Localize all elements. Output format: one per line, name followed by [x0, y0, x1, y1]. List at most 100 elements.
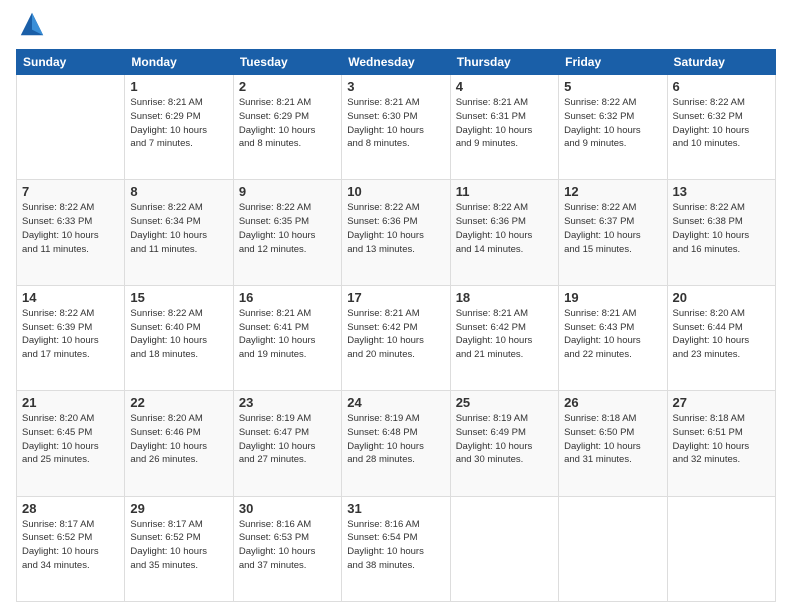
calendar-cell: 25Sunrise: 8:19 AMSunset: 6:49 PMDayligh…	[450, 391, 558, 496]
day-number: 20	[673, 290, 770, 305]
day-number: 17	[347, 290, 444, 305]
day-info: Sunrise: 8:22 AMSunset: 6:32 PMDaylight:…	[673, 96, 770, 151]
calendar-cell: 15 Sunrise: 8:22 AMSunset: 6:40 PMDayligh…	[125, 285, 233, 390]
calendar-cell: 8 Sunrise: 8:22 AMSunset: 6:34 PMDaylight…	[125, 180, 233, 285]
calendar-cell: 29 Sunrise: 8:17 AMSunset: 6:52 PMDayligh…	[125, 496, 233, 601]
day-info: Sunrise: 8:22 AMSunset: 6:35 PMDaylight:…	[239, 201, 336, 256]
day-info: Sunrise: 8:20 AMSunset: 6:44 PMDaylight:…	[673, 307, 770, 362]
day-info: Sunrise: 8:22 AMSunset: 6:34 PMDaylight:…	[130, 201, 227, 256]
day-info: Sunrise: 8:16 AMSunset: 6:53 PMDaylight:…	[239, 518, 336, 573]
day-number: 10	[347, 184, 444, 199]
calendar-week-0: 1 Sunrise: 8:21 AMSunset: 6:29 PMDaylight…	[17, 75, 776, 180]
day-info: Sunrise: 8:21 AMSunset: 6:41 PMDaylight:…	[239, 307, 336, 362]
day-info: Sunrise: 8:21 AMSunset: 6:31 PMDaylight:…	[456, 96, 553, 151]
day-info: Sunrise: 8:21 AMSunset: 6:29 PMDaylight:…	[130, 96, 227, 151]
day-number: 15	[130, 290, 227, 305]
day-info: Sunrise: 8:21 AMSunset: 6:30 PMDaylight:…	[347, 96, 444, 151]
calendar-cell: 20 Sunrise: 8:20 AMSunset: 6:44 PMDayligh…	[667, 285, 775, 390]
day-info: Sunrise: 8:22 AMSunset: 6:36 PMDaylight:…	[456, 201, 553, 256]
day-number: 26	[564, 395, 661, 410]
day-info: Sunrise: 8:18 AMSunset: 6:51 PMDaylight:…	[673, 412, 770, 467]
calendar-cell: 24 Sunrise: 8:19 AMSunset: 6:48 PMDayligh…	[342, 391, 450, 496]
day-number: 28	[22, 501, 119, 516]
day-number: 8	[130, 184, 227, 199]
day-info: Sunrise: 8:21 AMSunset: 6:42 PMDaylight:…	[456, 307, 553, 362]
logo	[16, 10, 46, 41]
calendar-cell: 26 Sunrise: 8:18 AMSunset: 6:50 PMDayligh…	[559, 391, 667, 496]
day-info: Sunrise: 8:17 AMSunset: 6:52 PMDaylight:…	[22, 518, 119, 573]
day-number: 19	[564, 290, 661, 305]
calendar-cell: 1 Sunrise: 8:21 AMSunset: 6:29 PMDaylight…	[125, 75, 233, 180]
day-info: Sunrise: 8:22 AMSunset: 6:38 PMDaylight:…	[673, 201, 770, 256]
day-info: Sunrise: 8:22 AMSunset: 6:37 PMDaylight:…	[564, 201, 661, 256]
calendar-header-thursday: Thursday	[450, 50, 558, 75]
day-info: Sunrise: 8:17 AMSunset: 6:52 PMDaylight:…	[130, 518, 227, 573]
day-number: 27	[673, 395, 770, 410]
calendar-header-friday: Friday	[559, 50, 667, 75]
day-info: Sunrise: 8:21 AMSunset: 6:29 PMDaylight:…	[239, 96, 336, 151]
day-info: Sunrise: 8:22 AMSunset: 6:36 PMDaylight:…	[347, 201, 444, 256]
calendar-cell: 3 Sunrise: 8:21 AMSunset: 6:30 PMDaylight…	[342, 75, 450, 180]
calendar-header-wednesday: Wednesday	[342, 50, 450, 75]
day-info: Sunrise: 8:19 AMSunset: 6:48 PMDaylight:…	[347, 412, 444, 467]
calendar-cell: 12 Sunrise: 8:22 AMSunset: 6:37 PMDayligh…	[559, 180, 667, 285]
calendar-header-monday: Monday	[125, 50, 233, 75]
calendar-week-3: 21 Sunrise: 8:20 AMSunset: 6:45 PMDayligh…	[17, 391, 776, 496]
day-number: 3	[347, 79, 444, 94]
calendar-cell: 18 Sunrise: 8:21 AMSunset: 6:42 PMDayligh…	[450, 285, 558, 390]
calendar-header-sunday: Sunday	[17, 50, 125, 75]
day-number: 21	[22, 395, 119, 410]
day-info: Sunrise: 8:18 AMSunset: 6:50 PMDaylight:…	[564, 412, 661, 467]
day-info: Sunrise: 8:19 AMSunset: 6:47 PMDaylight:…	[239, 412, 336, 467]
calendar-cell: 21 Sunrise: 8:20 AMSunset: 6:45 PMDayligh…	[17, 391, 125, 496]
day-info: Sunrise: 8:20 AMSunset: 6:45 PMDaylight:…	[22, 412, 119, 467]
calendar-cell: 27 Sunrise: 8:18 AMSunset: 6:51 PMDayligh…	[667, 391, 775, 496]
calendar-cell: 31 Sunrise: 8:16 AMSunset: 6:54 PMDayligh…	[342, 496, 450, 601]
calendar-cell: 4 Sunrise: 8:21 AMSunset: 6:31 PMDaylight…	[450, 75, 558, 180]
day-number: 1	[130, 79, 227, 94]
day-number: 14	[22, 290, 119, 305]
calendar-cell: 16 Sunrise: 8:21 AMSunset: 6:41 PMDayligh…	[233, 285, 341, 390]
calendar-cell: 13 Sunrise: 8:22 AMSunset: 6:38 PMDayligh…	[667, 180, 775, 285]
calendar-week-4: 28 Sunrise: 8:17 AMSunset: 6:52 PMDayligh…	[17, 496, 776, 601]
day-number: 24	[347, 395, 444, 410]
day-info: Sunrise: 8:22 AMSunset: 6:40 PMDaylight:…	[130, 307, 227, 362]
day-number: 29	[130, 501, 227, 516]
day-number: 30	[239, 501, 336, 516]
calendar-cell: 5 Sunrise: 8:22 AMSunset: 6:32 PMDaylight…	[559, 75, 667, 180]
day-number: 23	[239, 395, 336, 410]
calendar-header-tuesday: Tuesday	[233, 50, 341, 75]
calendar-cell: 7 Sunrise: 8:22 AMSunset: 6:33 PMDaylight…	[17, 180, 125, 285]
calendar-week-2: 14 Sunrise: 8:22 AMSunset: 6:39 PMDayligh…	[17, 285, 776, 390]
day-number: 9	[239, 184, 336, 199]
day-info: Sunrise: 8:21 AMSunset: 6:42 PMDaylight:…	[347, 307, 444, 362]
header	[16, 10, 776, 41]
calendar-cell	[667, 496, 775, 601]
day-number: 2	[239, 79, 336, 94]
calendar-cell: 11Sunrise: 8:22 AMSunset: 6:36 PMDayligh…	[450, 180, 558, 285]
day-number: 7	[22, 184, 119, 199]
day-number: 12	[564, 184, 661, 199]
calendar-cell: 10 Sunrise: 8:22 AMSunset: 6:36 PMDayligh…	[342, 180, 450, 285]
day-number: 18	[456, 290, 553, 305]
day-info: Sunrise: 8:22 AMSunset: 6:33 PMDaylight:…	[22, 201, 119, 256]
calendar-header-row: SundayMondayTuesdayWednesdayThursdayFrid…	[17, 50, 776, 75]
day-info: Sunrise: 8:20 AMSunset: 6:46 PMDaylight:…	[130, 412, 227, 467]
day-number: 4	[456, 79, 553, 94]
calendar-cell: 2 Sunrise: 8:21 AMSunset: 6:29 PMDaylight…	[233, 75, 341, 180]
day-info: Sunrise: 8:16 AMSunset: 6:54 PMDaylight:…	[347, 518, 444, 573]
calendar-cell	[559, 496, 667, 601]
day-info: Sunrise: 8:22 AMSunset: 6:39 PMDaylight:…	[22, 307, 119, 362]
calendar-cell: 19Sunrise: 8:21 AMSunset: 6:43 PMDayligh…	[559, 285, 667, 390]
calendar-cell: 14 Sunrise: 8:22 AMSunset: 6:39 PMDayligh…	[17, 285, 125, 390]
day-info: Sunrise: 8:22 AMSunset: 6:32 PMDaylight:…	[564, 96, 661, 151]
day-number: 6	[673, 79, 770, 94]
day-number: 16	[239, 290, 336, 305]
calendar-cell	[450, 496, 558, 601]
day-number: 13	[673, 184, 770, 199]
calendar-header-saturday: Saturday	[667, 50, 775, 75]
calendar-week-1: 7 Sunrise: 8:22 AMSunset: 6:33 PMDaylight…	[17, 180, 776, 285]
calendar-cell: 28 Sunrise: 8:17 AMSunset: 6:52 PMDayligh…	[17, 496, 125, 601]
day-number: 5	[564, 79, 661, 94]
day-number: 31	[347, 501, 444, 516]
